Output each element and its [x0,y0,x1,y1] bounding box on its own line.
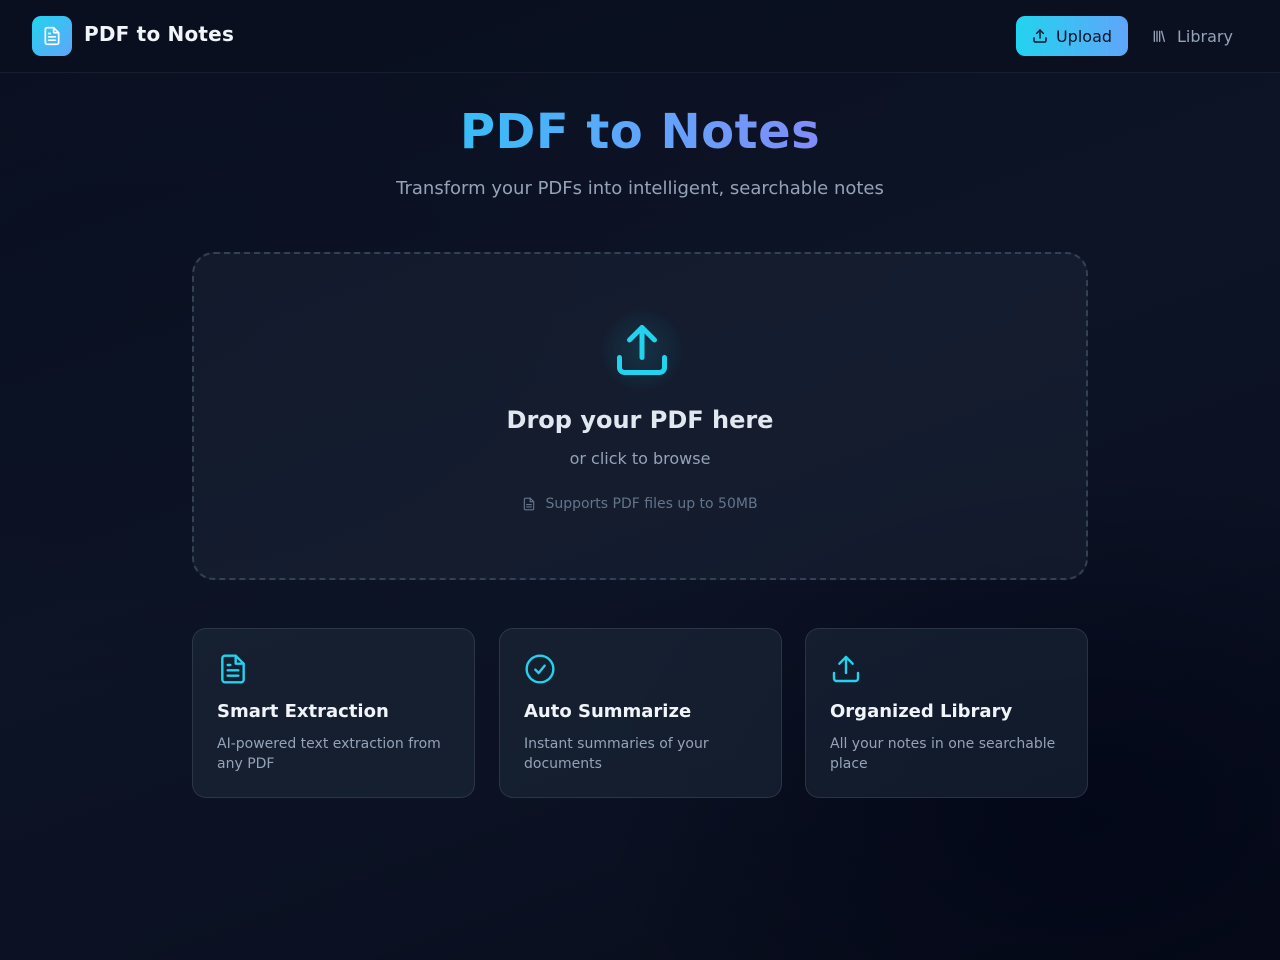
dropzone-browse-text[interactable]: or click to browse [194,449,1086,468]
feature-card-smart-extraction: Smart Extraction AI-powered text extract… [192,628,475,798]
check-circle-icon [525,654,555,684]
pdf-dropzone[interactable]: Drop your PDF here or click to browse Su… [192,252,1088,580]
feature-card-description: AI-powered text extraction from any PDF [217,736,441,772]
library-button-label: Library [1177,26,1233,46]
feature-card-organized-library: Organized Library All your notes in one … [805,628,1088,798]
upload-button[interactable]: Upload [1016,16,1128,56]
dropzone-file-note: Supports PDF files up to 50MB [194,496,1086,512]
feature-card-title: Auto Summarize [524,701,692,722]
feature-card-description: All your notes in one searchable place [830,736,1056,772]
dropzone-file-note-text: Supports PDF files up to 50MB [545,496,758,512]
upload-icon [617,325,667,375]
feature-card-title: Smart Extraction [217,701,389,722]
upload-button-label: Upload [1055,26,1113,46]
dropzone-title: Drop your PDF here [506,406,774,434]
feature-card-auto-summarize: Auto Summarize Instant summaries of your… [499,628,782,798]
app-title: PDF to Notes [84,22,235,46]
app-header: PDF to Notes Upload Library [0,0,1280,73]
feature-card-description: Instant summaries of your documents [524,736,709,772]
dropzone-icon-container [600,308,684,392]
file-text-icon [221,654,245,684]
library-button[interactable]: Library [1140,16,1244,56]
page-subtitle: Transform your PDFs into intelligent, se… [396,178,884,199]
upload-icon [1033,29,1047,43]
file-icon [524,497,535,511]
page-title: PDF to Notes [0,104,1280,160]
file-text-icon [44,26,60,46]
page-title-text: PDF to Notes [459,104,821,160]
upload-icon [832,655,860,683]
app-logo [32,16,72,56]
library-icon [1153,30,1166,42]
feature-card-title: Organized Library [830,701,1013,722]
